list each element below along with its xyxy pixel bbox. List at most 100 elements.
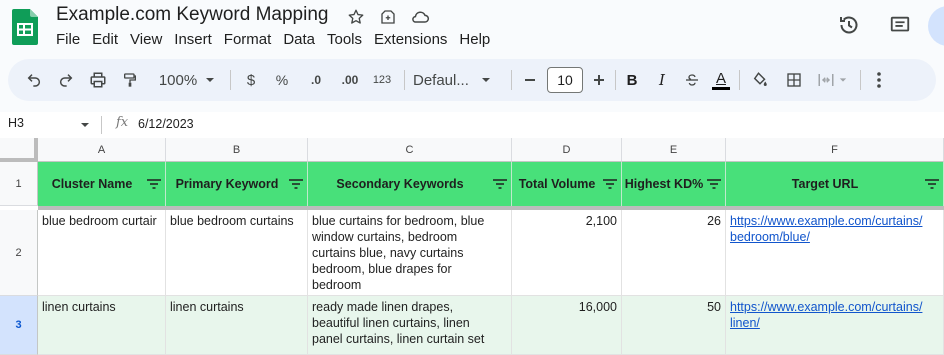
merge-cells-icon[interactable] <box>814 59 850 101</box>
cell-line: bedroom <box>312 278 362 292</box>
star-icon[interactable] <box>345 6 367 28</box>
increase-font-size-icon[interactable] <box>588 59 610 101</box>
font-size-input[interactable]: 10 <box>547 67 583 93</box>
header-cell-target-url[interactable]: Target URL <box>726 162 944 206</box>
table-cell[interactable]: blue bedroom curtair <box>38 210 166 296</box>
borders-icon[interactable] <box>782 59 806 101</box>
url-cell[interactable]: https://www.example.com/curtains/ linen/ <box>726 296 944 355</box>
decrease-font-size-icon[interactable] <box>519 59 541 101</box>
header-label: Cluster Name <box>51 177 133 191</box>
currency-format-button[interactable]: $ <box>240 59 262 101</box>
toolbar-divider <box>615 70 616 90</box>
menu-extensions[interactable]: Extensions <box>368 31 453 48</box>
select-all-corner[interactable] <box>0 138 38 162</box>
menu-help[interactable]: Help <box>453 31 496 48</box>
target-url-link[interactable]: bedroom/blue/ <box>730 229 939 245</box>
zoom-dropdown[interactable]: 100% <box>152 59 222 101</box>
table-cell[interactable]: ready made linen drapes, beautiful linen… <box>308 296 512 355</box>
target-url-link[interactable]: https://www.example.com/curtains/ <box>730 213 939 229</box>
header-cell-highest-kd[interactable]: Highest KD% <box>622 162 726 206</box>
cell-line: ready made linen drapes, <box>312 300 454 314</box>
cell-line: beautiful linen curtains, linen <box>312 316 470 330</box>
increase-decimal-label: .00 <box>341 73 359 87</box>
menu-format[interactable]: Format <box>218 31 278 48</box>
fill-color-icon[interactable] <box>748 59 772 101</box>
cell-line: blue curtains for bedroom, blue <box>312 214 485 228</box>
print-icon[interactable] <box>86 59 110 101</box>
toolbar-divider <box>860 70 861 90</box>
cell-line: panel curtains, linen curtain set <box>312 332 485 346</box>
filter-icon[interactable] <box>602 178 618 190</box>
text-color-letter: A <box>715 69 726 87</box>
table-cell[interactable]: 16,000 <box>512 296 622 355</box>
version-history-icon[interactable] <box>834 10 864 40</box>
menu-view[interactable]: View <box>124 31 168 48</box>
comments-icon[interactable] <box>885 10 915 40</box>
toolbar-divider <box>511 70 512 90</box>
strikethrough-icon[interactable] <box>680 59 704 101</box>
undo-icon[interactable] <box>22 59 46 101</box>
formula-input[interactable]: 6/12/2023 <box>138 117 194 131</box>
percent-format-button[interactable]: % <box>271 59 293 101</box>
chevron-down-icon[interactable] <box>80 120 90 130</box>
move-to-folder-icon[interactable] <box>377 6 399 28</box>
url-cell[interactable]: https://www.example.com/curtains/ bedroo… <box>726 210 944 296</box>
toolbar-divider <box>404 70 405 90</box>
header-label: Primary Keyword <box>175 177 279 191</box>
font-family-value: Defaul... <box>413 71 469 89</box>
row-header-3[interactable]: 3 <box>0 296 38 355</box>
font-family-dropdown[interactable]: Defaul... <box>413 59 505 101</box>
document-title[interactable]: Example.com Keyword Mapping <box>56 4 328 26</box>
bold-button[interactable]: B <box>620 59 644 101</box>
fx-icon: fx <box>116 115 129 130</box>
filter-icon[interactable] <box>924 178 940 190</box>
header-cell-primary-keyword[interactable]: Primary Keyword <box>166 162 308 206</box>
row-header-2[interactable]: 2 <box>0 210 38 296</box>
target-url-link[interactable]: linen/ <box>730 315 939 331</box>
column-header-f[interactable]: F <box>726 138 944 162</box>
formula-bar: H3 fx 6/12/2023 <box>0 112 944 138</box>
increase-decimal-button[interactable]: .00 <box>335 59 365 101</box>
cell-line: bedroom, blue drapes for <box>312 262 452 276</box>
filter-icon[interactable] <box>288 178 304 190</box>
table-cell[interactable]: blue bedroom curtains <box>166 210 308 296</box>
table-cell[interactable]: 2,100 <box>512 210 622 296</box>
redo-icon[interactable] <box>54 59 78 101</box>
italic-button[interactable]: I <box>650 59 674 101</box>
chevron-down-icon <box>839 78 847 82</box>
header-cell-secondary-keywords[interactable]: Secondary Keywords <box>308 162 512 206</box>
menu-data[interactable]: Data <box>277 31 321 48</box>
menu-tools[interactable]: Tools <box>321 31 368 48</box>
column-header-a[interactable]: A <box>38 138 166 162</box>
filter-icon[interactable] <box>492 178 508 190</box>
table-cell[interactable]: linen curtains <box>166 296 308 355</box>
row-header-1[interactable]: 1 <box>0 162 38 206</box>
menu-edit[interactable]: Edit <box>86 31 124 48</box>
table-cell[interactable]: blue curtains for bedroom, blue window c… <box>308 210 512 296</box>
sheets-logo-icon[interactable] <box>12 9 38 45</box>
cloud-status-icon[interactable] <box>409 6 431 28</box>
table-cell[interactable]: linen curtains <box>38 296 166 355</box>
table-cell[interactable]: 26 <box>622 210 726 296</box>
table-cell[interactable]: 50 <box>622 296 726 355</box>
column-header-d[interactable]: D <box>512 138 622 162</box>
more-formats-button[interactable]: 123 <box>369 59 395 101</box>
header-cell-cluster-name[interactable]: Cluster Name <box>38 162 166 206</box>
menu-insert[interactable]: Insert <box>168 31 218 48</box>
avatar[interactable] <box>928 6 944 46</box>
text-color-button[interactable]: A <box>709 59 733 101</box>
paint-format-icon[interactable] <box>118 59 142 101</box>
filter-icon[interactable] <box>146 178 162 190</box>
spreadsheet-grid[interactable]: A B C D E F 1 2 3 Cluster Name Primary K… <box>0 138 944 355</box>
toolbar-divider <box>739 70 740 90</box>
name-box[interactable]: H3 <box>8 116 24 130</box>
filter-icon[interactable] <box>706 178 722 190</box>
column-header-e[interactable]: E <box>622 138 726 162</box>
column-header-c[interactable]: C <box>308 138 512 162</box>
more-options-icon[interactable] <box>870 59 888 101</box>
header-cell-total-volume[interactable]: Total Volume <box>512 162 622 206</box>
target-url-link[interactable]: https://www.example.com/curtains/ <box>730 299 939 315</box>
column-header-b[interactable]: B <box>166 138 308 162</box>
decrease-decimal-button[interactable]: .0 <box>302 59 330 101</box>
menu-file[interactable]: File <box>50 31 86 48</box>
